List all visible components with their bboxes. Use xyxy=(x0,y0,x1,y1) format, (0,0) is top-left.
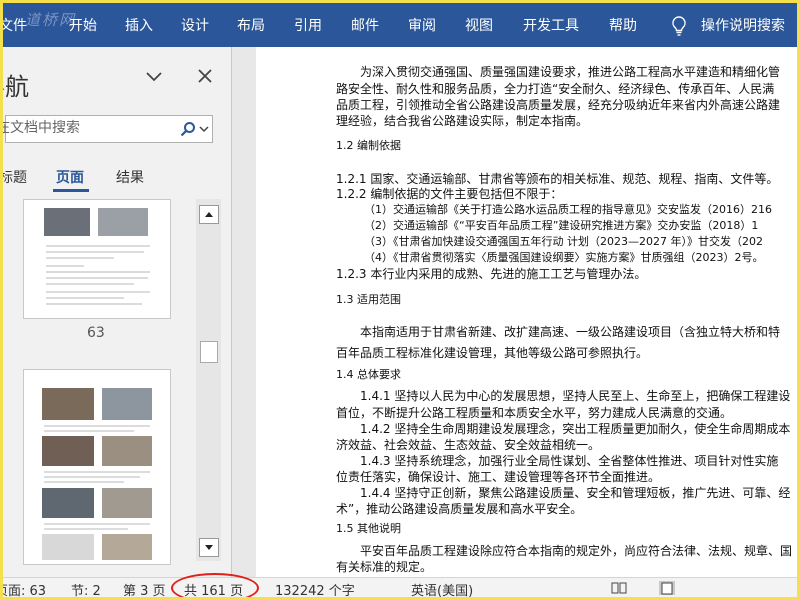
section-heading: 1.3 适用范围 xyxy=(336,293,401,306)
doc-line: （1）交通运输部《关于打造公路水运品质工程的指导意见》交安监发（2016）216 xyxy=(364,203,772,216)
doc-line: 有关标准的规定。 xyxy=(336,560,433,574)
doc-line: 本指南适用于甘肃省新建、改扩建高速、一级公路建设项目（含独立特大桥和特 xyxy=(360,325,781,339)
active-tab-indicator xyxy=(53,189,89,192)
doc-line: 1.2.3 本行业内采用的成熟、先进的施工工艺与管理办法。 xyxy=(336,267,647,281)
tab-design[interactable]: 设计 xyxy=(181,17,209,35)
page-thumbnail-63[interactable] xyxy=(23,199,171,319)
doc-line: 首位，不断提升公路工程质量和本质安全水平，努力建成人民满意的交通。 xyxy=(336,406,733,420)
chevron-down-icon[interactable] xyxy=(145,67,163,85)
tab-developer[interactable]: 开发工具 xyxy=(523,17,579,35)
page-thumbnail-content xyxy=(42,388,152,560)
nav-search-box xyxy=(3,115,213,143)
search-input[interactable] xyxy=(3,116,176,140)
doc-line: 济效益、社会效益、生态效益、安全效益相统一。 xyxy=(336,438,601,452)
status-word-count[interactable]: 132242 个字 xyxy=(275,580,355,597)
doc-line: （2）交通运输部《“平安百年品质工程”建设研究推进方案》交办安监（2018）1 xyxy=(364,219,759,232)
nav-tab-pages[interactable]: 页面 xyxy=(56,167,84,187)
status-page[interactable]: 页面: 63 xyxy=(3,580,46,597)
doc-line: 平安百年品质工程建设除应符合本指南的规定外，尚应符合法律、法规、规章、国 xyxy=(360,544,793,558)
scroll-up-button[interactable] xyxy=(199,205,219,224)
doc-line: 1.4.3 坚持系统理念，加强行业全局性谋划、全省整体性推进、项目针对性实施 xyxy=(360,454,779,468)
print-layout-icon[interactable] xyxy=(659,581,675,595)
doc-line: 品质工程，引领推动全省公路建设高质量发展，经充分吸纳近年来省内外高速公路建 xyxy=(336,98,781,112)
scrollbar-thumb[interactable] xyxy=(200,341,218,363)
doc-line: 1.2.2 编制依据的文件主要包括但不限于： xyxy=(336,187,563,201)
tab-view[interactable]: 视图 xyxy=(465,17,493,35)
tab-home[interactable]: 开始 xyxy=(69,17,97,35)
doc-line: 1.4.2 坚持全生命周期建设发展理念，突出工程质量更加耐久，使全生命周期成本 xyxy=(360,422,791,436)
section-heading: 1.2 编制依据 xyxy=(336,139,401,152)
tab-insert[interactable]: 插入 xyxy=(125,17,153,35)
tab-layout[interactable]: 布局 xyxy=(237,17,265,35)
doc-line: （3）《甘肃省加快建设交通强国五年行动 计划（2023—2027 年）》甘交发（… xyxy=(364,235,763,248)
page-thumbnail-64[interactable] xyxy=(23,369,171,565)
doc-line: 1.4.1 坚持以人民为中心的发展思想，坚持人民至上、生命至上，把确保工程建设 xyxy=(360,389,791,403)
section-heading: 1.5 其他说明 xyxy=(336,522,401,535)
nav-tab-headings[interactable]: 标题 xyxy=(3,167,27,187)
navigation-pane: 导航 标题 页面 结果 xyxy=(3,47,231,577)
tab-references[interactable]: 引用 xyxy=(294,17,322,35)
doc-line: 1.4.4 坚持守正创新，聚焦公路建设质量、安全和管理短板，推广先进、可靠、经 xyxy=(360,486,791,500)
tab-review[interactable]: 审阅 xyxy=(408,17,436,35)
doc-line: 百年品质工程标准化建设管理，其他等级公路可参照执行。 xyxy=(336,346,649,360)
status-bar: 页面: 63 节: 2 第 3 页 共 161 页 132242 个字 英语(美… xyxy=(3,573,797,597)
search-options-chevron-icon[interactable] xyxy=(199,125,209,133)
section-heading: 1.4 总体要求 xyxy=(336,368,401,381)
close-icon[interactable] xyxy=(197,68,213,84)
pane-splitter[interactable] xyxy=(231,47,257,577)
highlight-circle xyxy=(171,573,259,597)
status-section[interactable]: 节: 2 xyxy=(71,580,101,597)
doc-line: 路安全性、耐久性和服务品质，全力打造“安全耐久、经济绿色、传承百年、人民满 xyxy=(336,82,775,96)
word-window: 道桥网 文件 开始 插入 设计 布局 引用 邮件 审阅 视图 开发工具 帮助 操… xyxy=(0,0,800,600)
nav-tab-results[interactable]: 结果 xyxy=(116,167,144,187)
page-number-label: 63 xyxy=(87,325,105,341)
triangle-down-icon xyxy=(205,545,213,550)
doc-line: 1.2.1 国家、交通运输部、甘肃省等颁布的相关标准、规范、规程、指南、文件等。 xyxy=(336,172,779,186)
read-mode-icon[interactable] xyxy=(611,581,627,595)
doc-line: 术”，推动公路建设高质量发展和高水平安全。 xyxy=(336,502,583,516)
doc-line: （4）《甘肃省贯彻落实〈质量强国建设纲要〉实施方案》甘质强组（2023）2号。 xyxy=(364,251,764,264)
nav-pane-title: 导航 xyxy=(3,73,29,101)
triangle-up-icon xyxy=(205,212,213,217)
scroll-down-button[interactable] xyxy=(199,538,219,557)
ribbon: 道桥网 文件 开始 插入 设计 布局 引用 邮件 审阅 视图 开发工具 帮助 操… xyxy=(3,3,797,47)
search-icon[interactable] xyxy=(180,121,196,137)
tell-me-search[interactable]: 操作说明搜索 xyxy=(701,17,785,35)
tab-file[interactable]: 文件 xyxy=(3,17,27,35)
tab-mailings[interactable]: 邮件 xyxy=(351,17,379,35)
page-thumbnail-content xyxy=(44,208,150,305)
doc-line: 理经验，结合我省公路建设实际，制定本指南。 xyxy=(336,114,589,128)
lightbulb-icon xyxy=(672,16,686,36)
status-page-index[interactable]: 第 3 页 xyxy=(123,580,166,597)
tab-help[interactable]: 帮助 xyxy=(609,17,637,35)
thumbnail-scrollbar[interactable] xyxy=(196,199,221,561)
doc-line: 为深入贯彻交通强国、质量强国建设要求，推进公路工程高水平建造和精细化管 xyxy=(360,65,781,79)
document-page[interactable]: 为深入贯彻交通强国、质量强国建设要求，推进公路工程高水平建造和精细化管 路安全性… xyxy=(256,47,797,577)
doc-line: 位责任落实，确保设计、施工、建设管理等各环节全面推进。 xyxy=(336,470,661,484)
status-language[interactable]: 英语(美国) xyxy=(411,580,473,597)
